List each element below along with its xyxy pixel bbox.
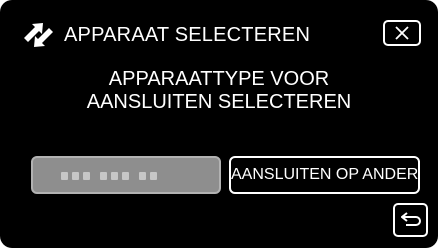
instruction-line-2: AANSLUITEN SELECTEREN — [86, 91, 352, 113]
dotted-placeholder-icon — [61, 172, 167, 180]
back-button[interactable] — [393, 203, 428, 237]
connection-arrows-icon — [22, 20, 56, 50]
return-arrow-icon — [401, 212, 421, 226]
page-title: APPARAAT SELECTEREN — [64, 24, 311, 46]
instruction-line-1: APPARAATTYPE VOOR — [108, 68, 330, 90]
instruction-message: APPARAATTYPE VOOR AANSLUITEN SELECTEREN — [0, 68, 438, 114]
close-icon — [395, 26, 409, 40]
device-select-screen: APPARAAT SELECTEREN APPARAATTYPE VOOR AA… — [0, 0, 438, 248]
connect-to-other-button[interactable]: AANSLUITEN OP ANDER — [229, 156, 420, 194]
disabled-device-option-button — [31, 156, 221, 194]
close-button[interactable] — [383, 20, 421, 46]
